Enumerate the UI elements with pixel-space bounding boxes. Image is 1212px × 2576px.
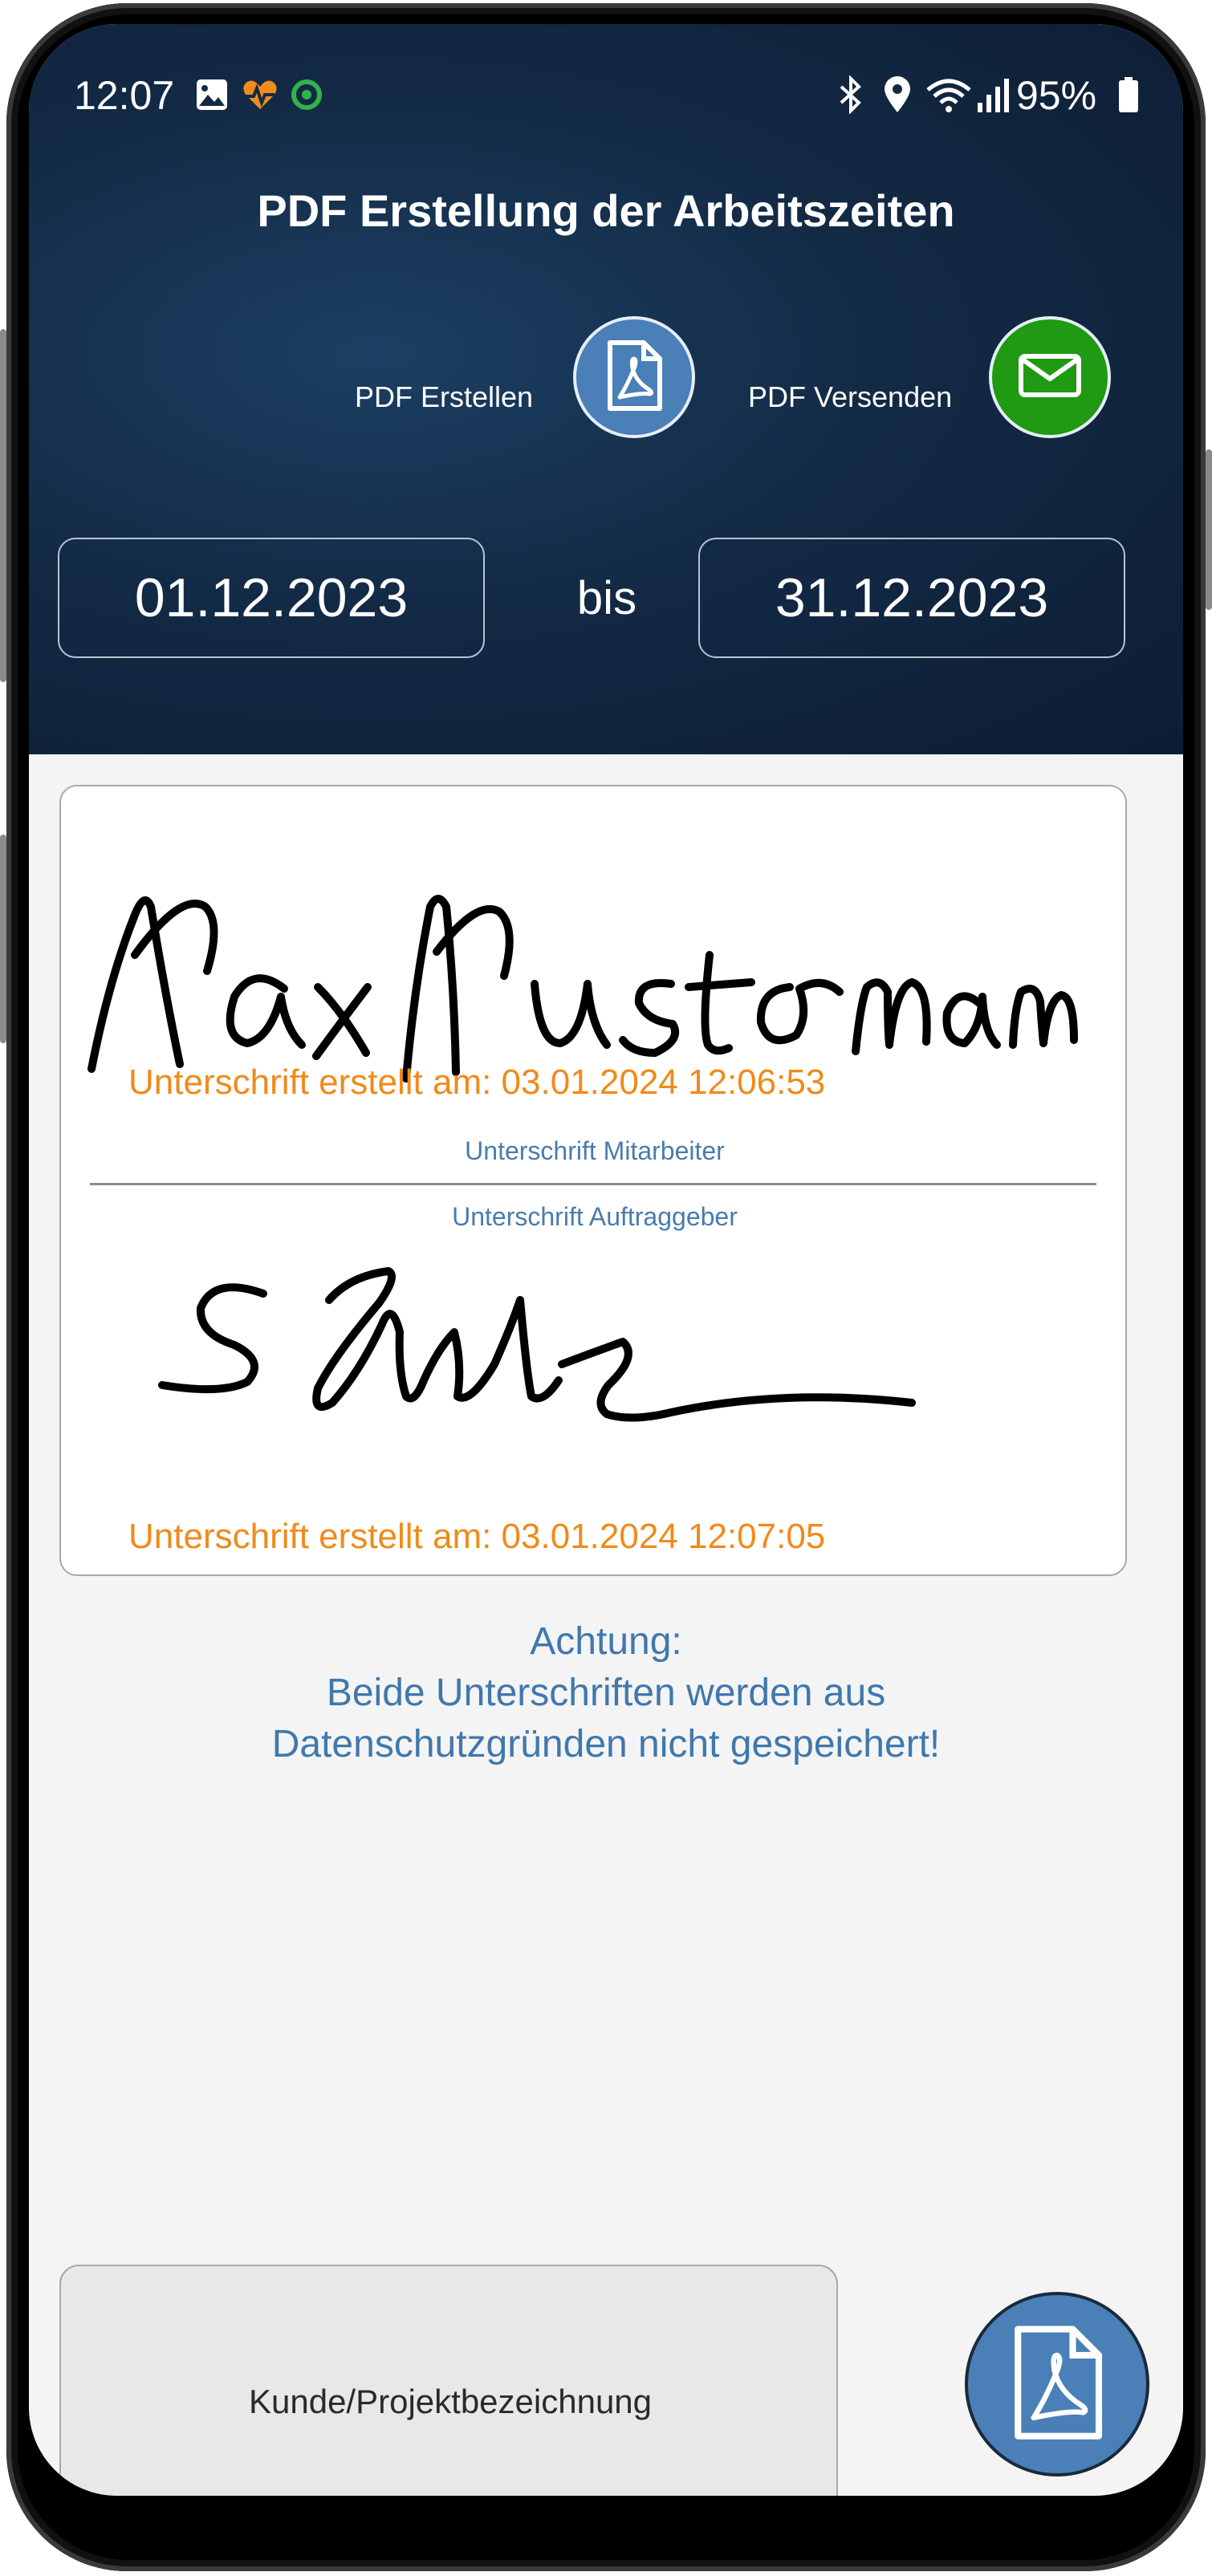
bluetooth-icon: [835, 75, 867, 114]
image-icon: [194, 77, 230, 112]
mail-icon: [1018, 351, 1082, 404]
device-frame: 12:07 95% PDF Erstellung der Arbeitszeit…: [0, 0, 1212, 2576]
customer-project-placeholder: Kunde/Projektbezeichnung: [248, 2383, 653, 2420]
pdf-file-icon: [1005, 2322, 1109, 2447]
warning-line-3: Datenschutzgründen nicht gespeichert!: [271, 1723, 941, 1765]
customer-project-field[interactable]: Kunde/Projektbezeichnung: [59, 2265, 838, 2496]
date-separator: bis: [576, 571, 637, 624]
heart-rate-icon: [241, 77, 279, 112]
signal-icon: [976, 77, 1011, 112]
create-pdf-label: PDF Erstellen: [355, 380, 534, 413]
battery-icon: [1117, 77, 1140, 112]
signature-employee-drawing[interactable]: [61, 786, 1127, 1172]
wifi-icon: [925, 77, 973, 112]
client-signature-timestamp: Unterschrift erstellt am: 03.01.2024 12:…: [128, 1517, 826, 1556]
app-screen: 12:07 95% PDF Erstellung der Arbeitszeit…: [29, 24, 1183, 2496]
power-button: [1206, 449, 1212, 610]
volume-button: [0, 329, 6, 682]
send-pdf-button[interactable]: [989, 316, 1111, 438]
pdf-file-icon: [602, 339, 666, 416]
sync-icon: [289, 77, 324, 112]
pdf-fab-button[interactable]: [965, 2292, 1149, 2476]
employee-signature-caption: Unterschrift Mitarbeiter: [465, 1136, 725, 1165]
header: 12:07 95% PDF Erstellung der Arbeitszeit…: [29, 24, 1183, 754]
privacy-warning: Achtung: Beide Unterschriften werden aus…: [29, 1616, 1183, 1770]
warning-title: Achtung:: [530, 1620, 682, 1663]
date-to-value: 31.12.2023: [775, 567, 1049, 628]
warning-line-2: Beide Unterschriften werden aus: [326, 1672, 886, 1714]
status-time: 12:07: [74, 73, 175, 118]
location-icon: [883, 76, 912, 112]
battery-percent: 95%: [1016, 73, 1097, 118]
date-from-field[interactable]: 01.12.2023: [58, 538, 485, 658]
signature-divider: [90, 1183, 1096, 1185]
page-title: PDF Erstellung der Arbeitszeiten: [257, 185, 955, 236]
signature-card: Unterschrift erstellt am: 03.01.2024 12:…: [59, 785, 1127, 1576]
status-bar: 12:07 95%: [29, 24, 1183, 120]
send-pdf-label: PDF Versenden: [748, 380, 953, 413]
side-button-left: [0, 835, 6, 1043]
employee-signature-timestamp: Unterschrift erstellt am: 03.01.2024 12:…: [128, 1062, 826, 1102]
create-pdf-button[interactable]: [573, 316, 695, 438]
date-from-value: 01.12.2023: [134, 567, 409, 628]
date-to-field[interactable]: 31.12.2023: [698, 538, 1125, 658]
